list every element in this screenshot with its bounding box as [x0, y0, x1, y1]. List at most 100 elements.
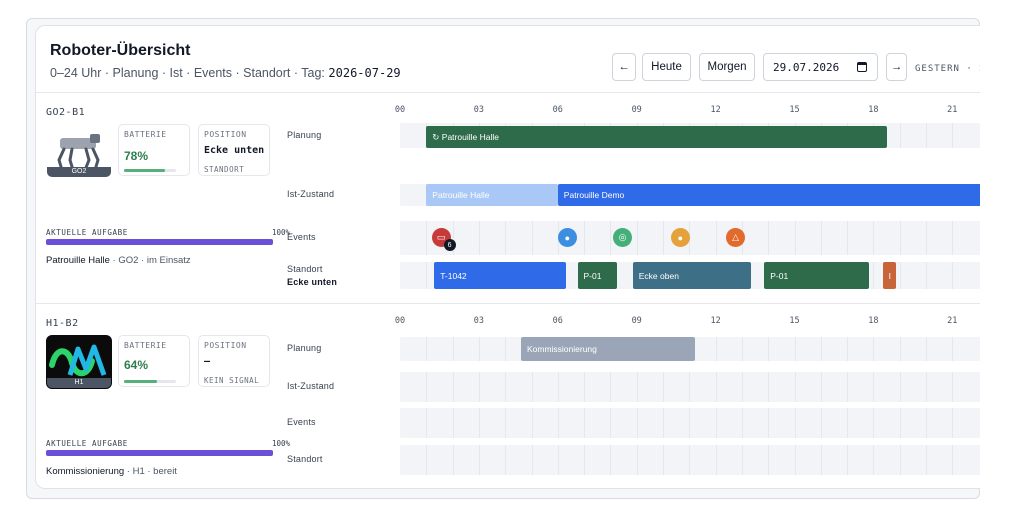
grid-line — [899, 337, 901, 361]
position-card: POSITION Ecke unten STANDORT — [198, 124, 270, 176]
grid-line — [505, 372, 507, 402]
event-count-badge: 6 — [443, 239, 456, 251]
grid-line — [952, 123, 954, 148]
hour-tick: 00 — [394, 316, 406, 326]
grid-line — [584, 221, 586, 255]
grid-line — [952, 408, 954, 438]
grid-line — [926, 123, 927, 148]
today-button[interactable]: Heute — [642, 53, 691, 81]
grid-line — [505, 408, 507, 438]
position-label: POSITION — [204, 341, 247, 350]
grid-line — [820, 337, 822, 361]
grid-line — [926, 408, 927, 438]
grid-line — [741, 408, 743, 438]
grid-line — [452, 408, 454, 438]
grid-line — [663, 408, 664, 438]
grid-line — [768, 337, 770, 361]
grid-line — [926, 262, 927, 289]
grid-line — [899, 123, 901, 148]
date-input[interactable]: 29.07.2026 — [763, 53, 878, 81]
segment-plan[interactable]: ↻ Patrouille Halle — [426, 126, 887, 148]
task-detail: · H1 · bereit — [124, 466, 177, 477]
lane-ist: Patrouille Halle Patrouille Demo — [400, 184, 980, 206]
grid-line — [689, 372, 691, 402]
grid-line — [478, 445, 480, 475]
grid-line — [478, 221, 480, 255]
lane-label-plan: Planung — [287, 129, 322, 140]
grid-line — [926, 221, 927, 255]
hour-tick: 03 — [473, 316, 485, 326]
segment-ist[interactable]: Patrouille Demo — [557, 184, 980, 206]
robot-overview-panel: Roboter-Übersicht 0–24 Uhr · Planung · I… — [35, 25, 980, 489]
battery-card: BATTERIE 78% — [118, 124, 190, 176]
grid-line — [820, 221, 822, 255]
position-label: POSITION — [204, 130, 247, 139]
lane-events: ▭ 6 ● ◎ ● △ — [400, 221, 980, 255]
grid-line — [926, 372, 927, 402]
battery-bar — [124, 380, 176, 383]
battery-card: BATTERIE 64% — [118, 335, 190, 387]
grid-line — [794, 408, 796, 438]
grid-line — [584, 372, 586, 402]
grid-line — [715, 408, 717, 438]
grid-line — [952, 262, 954, 289]
hour-tick: 09 — [631, 105, 642, 115]
hour-tick: 03 — [473, 105, 485, 115]
date-input-value: 29.07.2026 — [773, 60, 840, 74]
grid-line — [505, 221, 507, 255]
position-value: Ecke unten — [204, 145, 265, 156]
lane-label-plan: Planung — [287, 343, 322, 353]
grid-line — [610, 372, 612, 402]
segment-standort[interactable]: T-1042 — [434, 262, 566, 289]
battery-label: BATTERIE — [124, 130, 167, 139]
grid-line — [820, 445, 822, 475]
grid-line — [768, 408, 770, 438]
prev-day-button[interactable]: ← — [612, 53, 636, 81]
grid-line — [426, 337, 428, 361]
dot-icon[interactable]: ● — [557, 228, 577, 247]
robot-section: H1-B2 H1 BATTERIE 64% POSITION – KEIN SIGNAL AK… — [36, 304, 980, 488]
calendar-icon[interactable] — [857, 62, 867, 72]
standort-current: Ecke unten — [287, 276, 338, 287]
grid-line — [794, 221, 796, 255]
grid-line — [505, 445, 507, 475]
grid-line — [531, 408, 533, 438]
hour-tick: 18 — [868, 316, 879, 326]
segment-standort[interactable]: Ecke oben — [632, 262, 752, 289]
grid-line — [873, 221, 875, 255]
tomorrow-button[interactable]: Morgen — [699, 53, 755, 81]
grid-line — [768, 221, 770, 255]
grid-line — [557, 408, 559, 438]
task-progress-bar — [46, 239, 273, 245]
grid-line — [478, 408, 480, 438]
target-icon[interactable]: ◎ — [613, 228, 633, 247]
grid-line — [847, 408, 849, 438]
grid-line — [663, 372, 664, 402]
gestern-link[interactable]: GESTERN · 2 — [915, 64, 980, 74]
next-day-button[interactable]: → — [886, 53, 907, 81]
lane-standort: T-1042 P-01 Ecke oben P-01 I — [400, 262, 980, 289]
lane-plan: ↻ Patrouille Halle↻ Patrouille Demo — [400, 123, 980, 148]
task-label: AKTUELLE AUFGABE — [46, 228, 128, 237]
warning-icon[interactable]: △ — [726, 228, 746, 247]
robot-section: GO2-B1 GO2 BATTERIE 78% POSITION Ecke unten ST… — [36, 93, 980, 303]
grid-line — [426, 408, 428, 438]
grid-line — [794, 337, 796, 361]
grid-line — [873, 445, 875, 475]
grid-line — [610, 221, 612, 255]
grid-line — [636, 372, 638, 402]
lane-events — [400, 408, 980, 438]
segment-standort[interactable]: I — [882, 262, 896, 289]
page-subtitle: 0–24 Uhr · Planung · Ist · Events · Stan… — [50, 66, 401, 80]
segment-ist[interactable]: Patrouille Halle — [426, 184, 558, 206]
grid-line — [847, 337, 849, 361]
grid-line — [689, 445, 691, 475]
grid-line — [899, 445, 901, 475]
segment-plan[interactable]: Kommissionierung — [520, 337, 695, 361]
segment-standort[interactable]: P-01 — [577, 262, 617, 289]
segment-standort[interactable]: P-01 — [764, 262, 870, 289]
grid-line — [557, 372, 559, 402]
grid-line — [663, 221, 664, 255]
battery-bar-fill — [124, 380, 158, 383]
person-icon[interactable]: ● — [670, 228, 690, 247]
